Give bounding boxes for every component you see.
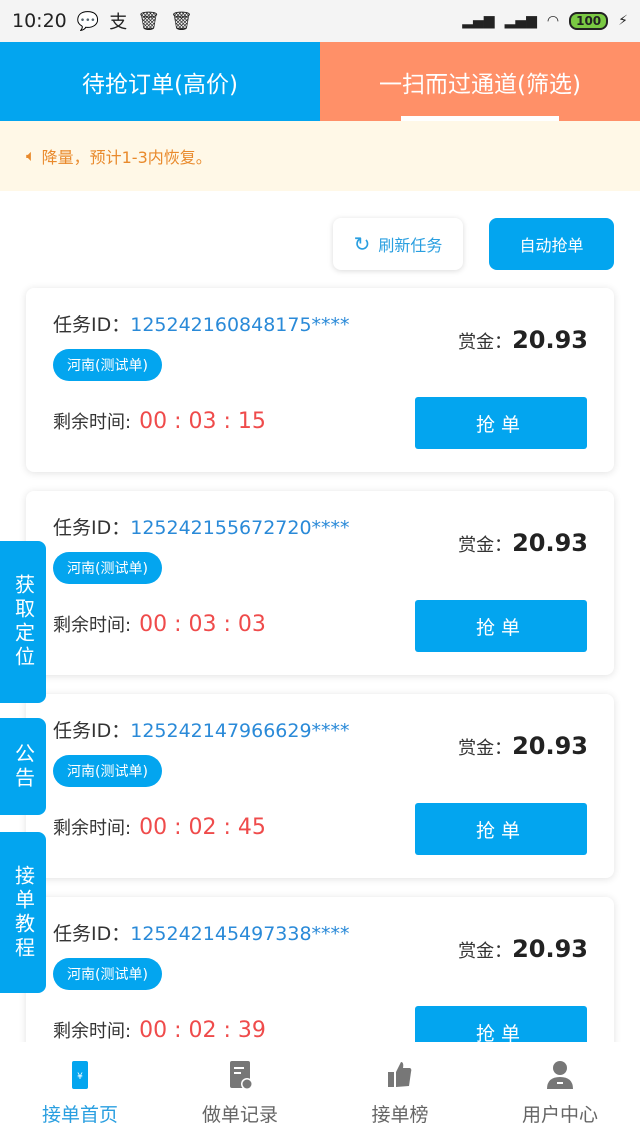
time-label: 剩余时间:	[53, 818, 132, 839]
user-icon	[547, 1061, 573, 1089]
reward: 赏金：20.93	[458, 529, 588, 557]
order-card: 任务ID：125242160848175**** 河南(测试单) 剩余时间: 00…	[26, 288, 614, 472]
task-id-label: 任务ID：	[53, 314, 131, 336]
nav-user-center[interactable]: 用户中心	[480, 1042, 640, 1137]
tutorial-button[interactable]: 接单教程	[0, 832, 46, 993]
alipay-icon: 支	[109, 12, 128, 33]
tab-quick-channel[interactable]: 一扫而过通道(筛选)	[320, 42, 640, 121]
trash-icon: 🗑	[137, 10, 161, 32]
status-bar: 10:20 💬 支 🗑 🗑 ▂▄▆ ▂▄▆ ◠ 100 ⚡	[0, 0, 640, 42]
notice-text: 降量，预计1-3内恢复。	[41, 148, 212, 167]
svg-text:¥: ¥	[77, 1072, 83, 1082]
announcement-button[interactable]: 公告	[0, 718, 46, 815]
task-id: 任务ID：125242155672720****	[53, 513, 350, 540]
thumbs-up-icon	[388, 1062, 412, 1087]
order-card: 任务ID：125242145497338**** 河南(测试单) 剩余时间: 00…	[26, 897, 614, 1042]
order-card: 任务ID：125242155672720**** 河南(测试单) 剩余时间: 00…	[26, 491, 614, 675]
side-label: 接单教程	[11, 864, 36, 961]
reward: 赏金：20.93	[458, 326, 588, 354]
task-id-value: 125242147966629****	[130, 720, 350, 742]
region-tag: 河南(测试单)	[53, 552, 162, 584]
order-phone-icon: ¥	[72, 1061, 88, 1089]
nav-label: 接单榜	[371, 1104, 429, 1126]
reward-label: 赏金：	[458, 941, 513, 962]
side-label: 公告	[11, 742, 36, 791]
reward: 赏金：20.93	[458, 935, 588, 963]
reward-value: 20.93	[512, 935, 588, 963]
region-tag: 河南(测试单)	[53, 958, 162, 990]
record-clock-icon	[230, 1061, 253, 1090]
tab-high-price[interactable]: 待抢订单(高价)	[0, 42, 320, 121]
reward-label: 赏金：	[458, 535, 513, 556]
time-label: 剩余时间:	[53, 412, 132, 433]
task-id: 任务ID：125242160848175****	[53, 310, 350, 337]
refresh-icon: ↻	[353, 232, 371, 256]
grab-order-button[interactable]: 抢单	[415, 1006, 587, 1042]
grab-order-button[interactable]: 抢单	[415, 397, 587, 449]
wifi-icon: ◠	[546, 13, 560, 29]
region-tag: 河南(测试单)	[53, 349, 162, 381]
remaining-time: 剩余时间: 00 : 03 : 03	[53, 611, 266, 637]
task-id-label: 任务ID：	[53, 923, 131, 945]
task-id-value: 125242160848175****	[130, 314, 350, 336]
tab-label: 待抢订单(高价)	[82, 71, 238, 98]
side-label: 获取定位	[11, 574, 36, 670]
grab-order-button[interactable]: 抢单	[415, 600, 587, 652]
nav-label: 做单记录	[201, 1104, 278, 1126]
nav-label: 用户中心	[521, 1104, 598, 1126]
get-location-button[interactable]: 获取定位	[0, 541, 46, 703]
reward-label: 赏金：	[458, 332, 513, 353]
countdown: 00 : 03 : 03	[139, 611, 266, 637]
status-time: 10:20	[12, 10, 67, 32]
notice-bar: 🔈︎ 降量，预计1-3内恢复。	[0, 121, 640, 191]
charging-icon: ⚡	[618, 13, 628, 29]
nav-records[interactable]: 做单记录	[160, 1042, 320, 1137]
reward-value: 20.93	[512, 732, 588, 760]
tab-label: 一扫而过通道(筛选)	[379, 71, 581, 98]
time-label: 剩余时间:	[53, 1021, 132, 1042]
nav-label: 接单首页	[41, 1104, 118, 1126]
trash-icon: 🗑	[170, 10, 193, 32]
speaker-icon: 🔈︎	[26, 146, 36, 165]
countdown: 00 : 03 : 15	[139, 408, 266, 434]
countdown: 00 : 02 : 39	[139, 1017, 266, 1043]
task-id-label: 任务ID：	[53, 517, 131, 539]
signal-icon: ▂▄▆	[462, 13, 495, 29]
task-id-value: 125242155672720****	[130, 517, 350, 539]
task-id-label: 任务ID：	[53, 720, 131, 742]
grab-order-button[interactable]: 抢单	[415, 803, 587, 855]
refresh-label: 刷新任务	[378, 236, 443, 255]
remaining-time: 剩余时间: 00 : 03 : 15	[53, 408, 266, 434]
region-tag: 河南(测试单)	[53, 755, 162, 787]
remaining-time: 剩余时间: 00 : 02 : 39	[53, 1017, 266, 1043]
task-id-value: 125242145497338****	[130, 923, 350, 945]
reward-value: 20.93	[512, 529, 588, 557]
reward-label: 赏金：	[458, 738, 513, 759]
auto-grab-button[interactable]: 自动抢单	[489, 218, 614, 270]
task-id: 任务ID：125242147966629****	[53, 716, 350, 743]
wechat-icon: 💬	[76, 10, 100, 32]
signal-icon: ▂▄▆	[504, 13, 537, 29]
nav-ranking[interactable]: 接单榜	[320, 1042, 480, 1137]
countdown: 00 : 02 : 45	[139, 814, 266, 840]
reward-value: 20.93	[512, 326, 588, 354]
auto-grab-label: 自动抢单	[519, 236, 584, 255]
order-list: ↻ 刷新任务 自动抢单 任务ID：125242160848175**** 河南(…	[0, 191, 640, 1042]
bottom-nav: ¥ 接单首页 做单记录 接单榜 用户中心	[0, 1042, 640, 1137]
remaining-time: 剩余时间: 00 : 02 : 45	[53, 814, 266, 840]
task-id: 任务ID：125242145497338****	[53, 919, 350, 946]
refresh-button[interactable]: ↻ 刷新任务	[333, 218, 463, 270]
battery-icon: 100	[569, 12, 609, 30]
time-label: 剩余时间:	[53, 615, 132, 636]
top-tabs: 待抢订单(高价) 一扫而过通道(筛选)	[0, 42, 640, 121]
order-card: 任务ID：125242147966629**** 河南(测试单) 剩余时间: 00…	[26, 694, 614, 878]
reward: 赏金：20.93	[458, 732, 588, 760]
nav-home[interactable]: ¥ 接单首页	[0, 1042, 160, 1137]
